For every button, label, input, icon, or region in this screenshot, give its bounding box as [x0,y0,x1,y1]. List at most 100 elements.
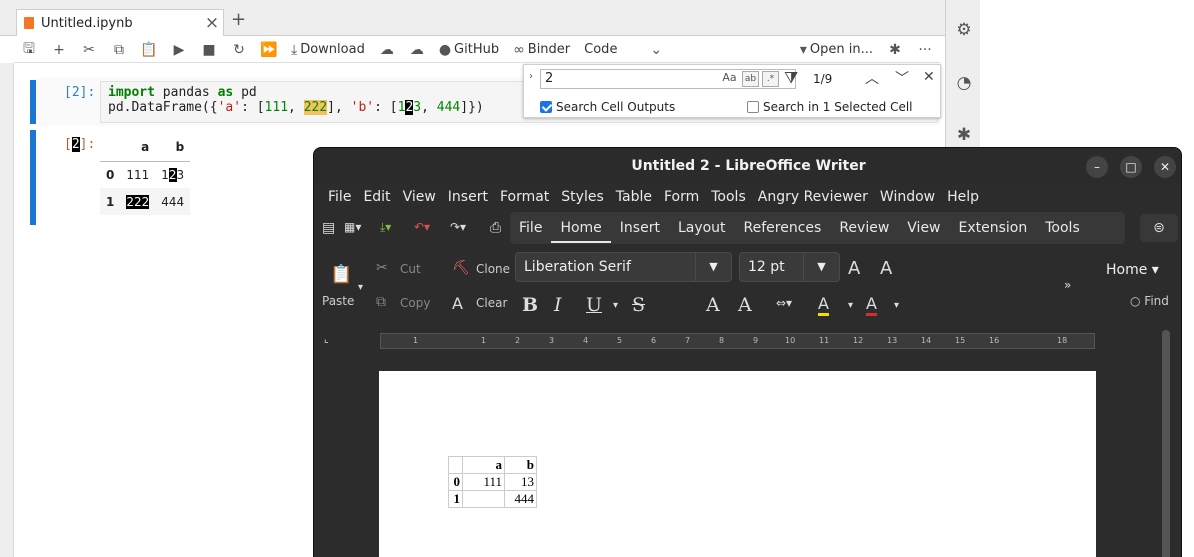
menu-format[interactable]: Format [494,189,555,205]
print-icon[interactable]: ⎙ [490,220,501,236]
tab-stop-icon[interactable]: ⌞ [324,334,329,345]
underline-icon[interactable]: U [586,294,602,316]
download-button[interactable]: ⤓ Download [284,38,372,62]
tab-review[interactable]: Review [830,213,898,243]
undo-icon[interactable]: ↶▾ [414,220,430,234]
paste-icon[interactable]: 📋 [330,264,352,285]
expand-toolbar-icon[interactable]: » [1064,278,1071,292]
character-spacing-icon[interactable]: ⇔▾ [776,296,792,310]
restart-icon[interactable]: ↻ [224,38,254,62]
vertical-scrollbar[interactable] [1162,330,1170,557]
find-button[interactable]: ○ Find [1130,294,1169,308]
menu-view[interactable]: View [397,189,442,205]
cell-type-select[interactable]: Code ⌄ [577,38,669,62]
debugger-gauge-icon[interactable]: ◔ [954,73,974,93]
tab-references[interactable]: References [735,213,831,243]
clear-formatting-icon[interactable]: A [452,294,463,313]
github-button[interactable]: ● GitHub [432,38,506,62]
menu-angry-reviewer[interactable]: Angry Reviewer [752,189,874,205]
font-color-icon[interactable]: A [866,294,877,316]
tab-untitled-ipynb[interactable]: Untitled.ipynb × [16,9,224,36]
menu-styles[interactable]: Styles [555,189,609,205]
minimize-button[interactable]: – [1086,156,1108,178]
cut-icon[interactable]: ✂ [376,260,388,276]
shrink-font-icon[interactable]: A [880,258,892,279]
tab-home[interactable]: Home [551,213,611,243]
tab-tools[interactable]: Tools [1036,213,1089,243]
menu-table[interactable]: Table [610,189,658,205]
save-icon[interactable]: ⤓▾ [380,220,391,235]
tab-file[interactable]: File [510,213,551,243]
close-search-icon[interactable]: ✕ [923,69,935,85]
menu-tools[interactable]: Tools [705,189,752,205]
stop-icon[interactable]: ■ [194,38,224,62]
debugger-bug-icon[interactable]: ✱ [954,125,974,145]
regex-toggle[interactable]: .* [762,71,779,87]
search-selected-checkbox[interactable]: Search in 1 Selected Cell [747,100,913,114]
paste-label[interactable]: Paste [322,294,354,308]
bold-icon[interactable]: B [522,294,538,316]
tab-layout[interactable]: Layout [669,213,735,243]
next-match-icon[interactable]: ﹀ [895,68,909,88]
cloud-upload-icon[interactable]: ☁ [402,38,432,62]
maximize-button[interactable]: □ [1120,156,1142,178]
options-menu-icon[interactable]: ⊜ [1140,214,1178,242]
expand-chevron-icon[interactable]: › [529,71,533,82]
templates-icon[interactable]: ▦▾ [344,220,361,234]
cut-label[interactable]: Cut [400,262,421,276]
bug-icon[interactable]: ✱ [880,38,910,62]
highlight-dropdown-icon[interactable]: ▾ [848,300,853,311]
property-inspector-icon[interactable]: ⚙ [954,20,974,40]
cloud-download-icon[interactable]: ☁ [372,38,402,62]
chevron-down-icon[interactable]: ▼ [695,253,731,281]
clear-label[interactable]: Clear [476,296,507,310]
paste-dropdown-icon[interactable]: ▾ [358,282,363,293]
more-icon[interactable]: ··· [910,38,940,62]
document-table[interactable]: a b 0 111 13 1 444 [448,456,537,508]
paragraph-style-select[interactable]: Home ▾ [1106,262,1159,278]
underline-dropdown-icon[interactable]: ▾ [613,300,618,311]
menu-help[interactable]: Help [941,189,985,205]
filter-icon[interactable]: ⧩ [784,68,798,88]
font-name-combo[interactable]: Liberation Serif ▼ [515,252,732,282]
font-color-dropdown-icon[interactable]: ▾ [894,300,899,311]
sidebar-menu-icon[interactable]: ▤ [322,220,335,236]
horizontal-ruler[interactable]: 1 1 2 3 4 5 6 7 8 9 10 11 12 13 14 15 16… [380,333,1095,349]
close-button[interactable]: ✕ [1154,156,1176,178]
binder-button[interactable]: ∞ Binder [506,38,577,62]
menu-form[interactable]: Form [658,189,705,205]
menu-insert[interactable]: Insert [442,189,494,205]
copy-icon[interactable]: ⧉ [104,38,134,62]
save-icon[interactable]: 🖫 [14,38,44,62]
menu-edit[interactable]: Edit [357,189,396,205]
open-in-button[interactable]: ▾ Open in... [793,38,880,62]
clone-formatting-icon[interactable]: ⛏ [452,260,470,276]
paste-icon[interactable]: 📋 [134,38,164,62]
fast-forward-icon[interactable]: ⏩ [254,38,284,62]
insert-cell-icon[interactable]: + [44,38,74,62]
close-icon[interactable]: × [201,13,223,33]
superscript-icon[interactable]: A [738,294,752,316]
menu-window[interactable]: Window [874,189,941,205]
clone-label[interactable]: Clone [476,262,510,276]
grow-font-icon[interactable]: A [848,258,860,279]
run-icon[interactable]: ▶ [164,38,194,62]
case-sensitive-toggle[interactable]: Aa [721,71,738,87]
tab-insert[interactable]: Insert [611,213,669,243]
document-page[interactable]: a b 0 111 13 1 444 [379,371,1096,557]
italic-icon[interactable]: I [554,294,562,316]
subscript-icon[interactable]: A [706,294,720,316]
tab-extension[interactable]: Extension [950,213,1037,243]
copy-icon[interactable]: ⧉ [376,294,386,310]
highlight-color-icon[interactable]: A [818,294,829,316]
menu-file[interactable]: File [322,189,357,205]
chevron-down-icon[interactable]: ▼ [803,253,839,281]
whole-word-toggle[interactable]: ab [742,71,759,87]
new-tab-button[interactable]: + [231,9,246,30]
search-outputs-checkbox[interactable]: Search Cell Outputs [540,100,675,114]
font-size-combo[interactable]: 12 pt ▼ [739,252,840,282]
strikethrough-icon[interactable]: S [632,294,645,316]
redo-icon[interactable]: ↷▾ [450,220,466,234]
tab-view[interactable]: View [898,213,949,243]
previous-match-icon[interactable]: ︿ [865,68,879,88]
